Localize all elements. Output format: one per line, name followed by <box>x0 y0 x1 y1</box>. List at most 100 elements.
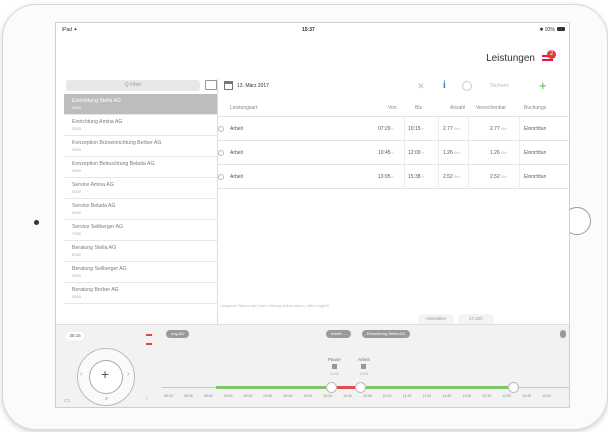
sidebar-item-label: Konzeption Büroeinrichtung Berber AG <box>72 140 162 146</box>
unit-label: Std <box>453 126 460 131</box>
clock-icon[interactable] <box>462 81 472 91</box>
time-tick-label: 09:45 <box>283 394 293 398</box>
front-camera <box>34 220 39 225</box>
column-divider <box>468 117 469 187</box>
status-time: 15:37 <box>302 27 315 33</box>
tab-total-hours[interactable]: 27:22h <box>458 314 494 324</box>
cell-to-value: 12:00 <box>408 150 421 156</box>
table-row[interactable]: Arbeit 13:05h 15:38h 2.52Std 2.52Std Ein… <box>218 165 569 189</box>
menu-icon-bar <box>542 59 553 61</box>
cell-from: 13:05h <box>378 174 394 180</box>
sidebar-item[interactable]: Beratung Seliberger AG 9000 <box>64 262 217 283</box>
sidebar-item[interactable]: Konzeption Büroeinrichtung Berber AG 300… <box>64 136 217 157</box>
arrow-right-icon[interactable]: › <box>127 371 129 378</box>
save-button[interactable]: Sichern <box>490 83 509 89</box>
cell-to-value: 15:38 <box>408 174 421 180</box>
sidebar-item[interactable]: Service Belada AG 6000 <box>64 199 217 220</box>
sidebar-item-label: Beratung Seliberger AG <box>72 266 127 272</box>
timeline-entry: Arbeit 13:05 <box>358 357 370 376</box>
segment-handle[interactable] <box>355 382 366 393</box>
arrow-left-icon[interactable]: ‹ <box>80 371 82 378</box>
info-icon[interactable]: i <box>443 80 446 91</box>
nav-bar: Leistungen 2 <box>56 36 569 74</box>
entries-panel: 13. März 2017 ✕ i Sichern + Leistungsart… <box>218 78 569 328</box>
entry-label: Arbeit <box>358 357 370 362</box>
settings-icon[interactable]: ◌ <box>145 396 149 402</box>
marker-red <box>146 334 152 336</box>
sidebar-item[interactable]: Beratung Berber AG 9500 <box>64 283 217 304</box>
table-row[interactable]: Arbeit 10:45h 12:00h 1.26Std 1.26Std Ein… <box>218 141 569 165</box>
timeline[interactable]: ung AG Arbeit ... Einrichtung Stella AG … <box>162 325 569 407</box>
time-tick-label: 11:45 <box>442 394 452 398</box>
sidebar-item-selected[interactable]: Einrichtung Stella AG 1000 <box>64 94 217 115</box>
time-tick-label: 10:30 <box>343 394 352 398</box>
app-screen: iPad ✦ 15:37 ✱ 93% Leistungen 2 Q Filter… <box>55 22 570 408</box>
sidebar-item-code: 5000 <box>72 189 81 194</box>
sidebar-item[interactable]: Einrichtung Amina AG 2000 <box>64 115 217 136</box>
segment-handle[interactable] <box>326 382 337 393</box>
sidebar-item[interactable]: Konzeption Beleuchtung Belada AG 4000 <box>64 157 217 178</box>
cell-qty: 2.52Std <box>443 174 460 180</box>
sidebar-item-label: Beratung Stella AG <box>72 245 117 251</box>
time-tick-label: 12:15 <box>482 394 492 398</box>
time-tick-label: 11:30 <box>422 394 432 398</box>
sidebar-item[interactable]: Service Seliberger AG 7000 <box>64 220 217 241</box>
cell-from: 07:29h <box>378 126 394 132</box>
cell-billed: 2.52Std <box>490 174 507 180</box>
time-tick-label: 12:45 <box>522 394 531 398</box>
time-tick-label: 12:30 <box>502 394 512 398</box>
cell-type: Arbeit <box>230 126 244 132</box>
sidebar-item-code: 1000 <box>72 105 81 110</box>
date-label[interactable]: 13. März 2017 <box>237 83 269 89</box>
entry-time: 12:00 <box>330 372 339 376</box>
sidebar-item-label: Einrichtung Amina AG <box>72 119 123 125</box>
carrier-label: iPad ✦ <box>62 27 78 33</box>
row-select-radio[interactable] <box>218 150 224 156</box>
time-tick-label: 10:45 <box>363 394 372 398</box>
time-tick-label: 13:00 <box>542 394 551 398</box>
cell-from-value: 07:29 <box>378 126 391 132</box>
column-header-to: Bis <box>415 105 422 111</box>
column-header-from: Von <box>388 105 397 111</box>
calendar-icon[interactable] <box>224 81 233 90</box>
unit-label: Std <box>453 174 460 179</box>
timeline-chip[interactable]: Einrichtung Stella AG <box>362 330 410 338</box>
close-icon[interactable]: ✕ <box>417 81 425 92</box>
folder-icon[interactable] <box>205 80 217 90</box>
cell-to: 15:38h <box>408 174 424 180</box>
sidebar-item[interactable]: Beratung Stella AG 8000 <box>64 241 217 262</box>
table-row[interactable]: Arbeit 07:29h 10:15h 2.77Std 2.77Std Ein… <box>218 117 569 141</box>
calendar-small-icon[interactable]: ▭ <box>64 397 70 404</box>
row-select-radio[interactable] <box>218 126 224 132</box>
cell-qty: 1.26Std <box>443 150 460 156</box>
sidebar-item[interactable]: Service Amina AG 5000 <box>64 178 217 199</box>
sidebar-item-code: 4000 <box>72 168 81 173</box>
cell-qty-value: 1.26 <box>443 150 453 156</box>
work-segment[interactable] <box>360 386 510 389</box>
cell-to-value: 10:15 <box>408 126 421 132</box>
cell-from-value: 13:05 <box>378 174 391 180</box>
segment-handle[interactable] <box>508 382 519 393</box>
customer-sidebar: Q Filter Einrichtung Stella AG 1000 Einr… <box>64 78 217 328</box>
column-divider <box>404 117 405 187</box>
row-select-radio[interactable] <box>218 174 224 180</box>
filter-input[interactable]: Q Filter <box>66 80 200 91</box>
timeline-chip-partial[interactable] <box>560 330 566 338</box>
unit-label: h <box>421 126 424 131</box>
timeline-chip[interactable]: Arbeit ... <box>326 330 351 338</box>
cell-booking: Einrichtun <box>524 126 547 132</box>
sidebar-item-label: Beratung Berber AG <box>72 287 119 293</box>
day-badge[interactable]: 30.15 <box>66 332 84 340</box>
work-segment[interactable] <box>216 386 330 389</box>
cell-billed-value: 1.26 <box>490 150 500 156</box>
battery-icon <box>557 27 565 31</box>
unit-label: Std <box>500 126 507 131</box>
cell-booking: Einrichtun <box>524 150 547 156</box>
tab-activities[interactable]: Aktivitäten <box>418 314 454 324</box>
timeline-chip[interactable]: ung AG <box>166 330 190 338</box>
cell-billed: 2.77Std <box>490 126 507 132</box>
search-icon[interactable]: ⌕ <box>105 396 108 403</box>
cell-booking: Einrichtun <box>524 174 547 180</box>
sidebar-item-code: 3000 <box>72 147 81 152</box>
add-button[interactable]: + <box>539 78 547 93</box>
